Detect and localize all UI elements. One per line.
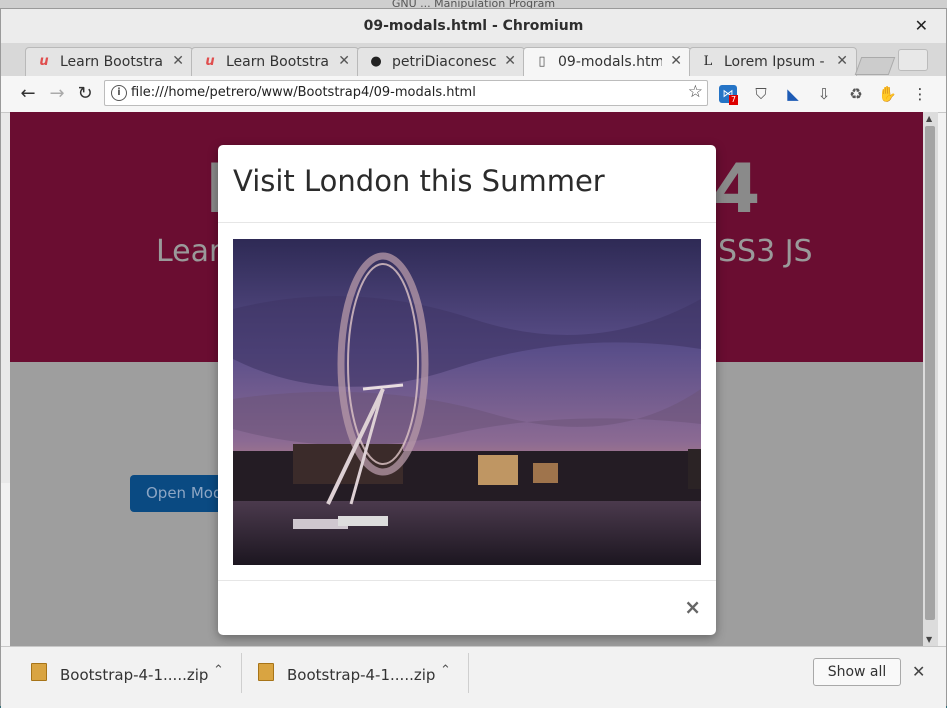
tab-close-button[interactable]: ✕	[836, 53, 848, 69]
tab-lorem-ipsum[interactable]: L Lorem Ipsum - All ✕	[689, 47, 857, 76]
tab-label: 09-modals.html	[558, 54, 662, 70]
url-text[interactable]: file:///home/petrero/www/Bootstrap4/09-m…	[131, 85, 476, 100]
modal-footer-divider	[218, 580, 716, 581]
download-item[interactable]: Bootstrap-4-1.....zip ⌃	[11, 647, 241, 697]
window-title: 09-modals.html - Chromium	[363, 18, 584, 34]
tab-label: Learn Bootstrap 4	[226, 54, 330, 70]
scroll-up-arrow[interactable]: ▲	[926, 114, 932, 123]
extension-icon-badged[interactable]: ⋈ 7	[719, 85, 739, 105]
menu-icon[interactable]: ⋮	[911, 85, 929, 103]
chevron-up-icon[interactable]: ⌃	[440, 663, 451, 678]
info-icon[interactable]: i	[111, 85, 127, 101]
bookmark-star-icon[interactable]: ☆	[688, 82, 703, 102]
new-tab-button[interactable]	[854, 57, 896, 75]
download-divider	[468, 653, 469, 693]
zip-file-icon	[31, 663, 47, 681]
download-extension-icon[interactable]: ⇩	[815, 85, 833, 103]
title-bar: 09-modals.html - Chromium ✕	[1, 9, 946, 43]
bird-extension-icon[interactable]: ◣	[784, 85, 802, 103]
tab-learn-bootstrap-2[interactable]: u Learn Bootstrap 4 ✕	[191, 47, 359, 76]
modal-title: Visit London this Summer	[233, 164, 605, 198]
tab-close-button[interactable]: ✕	[338, 53, 350, 69]
file-icon: ▯	[538, 54, 546, 69]
tab-label: petriDiaconescu	[392, 54, 496, 70]
udemy-icon: u	[39, 54, 49, 69]
jumbotron-subheading-right: SS3 JS	[718, 234, 813, 269]
downloads-bar: Bootstrap-4-1.....zip ⌃ Bootstrap-4-1...…	[1, 646, 946, 708]
modal-dialog: Visit London this Summer ×	[218, 145, 716, 635]
vertical-scrollbar[interactable]: ▲ ▼	[923, 112, 938, 646]
scroll-down-arrow[interactable]: ▼	[926, 635, 932, 644]
modal-close-button[interactable]: ×	[684, 595, 701, 619]
tab-09-modals[interactable]: ▯ 09-modals.html ✕	[523, 47, 691, 76]
window-close-button[interactable]: ✕	[915, 16, 928, 35]
london-eye-image	[233, 239, 701, 565]
open-modal-button[interactable]: Open Modal	[130, 475, 230, 512]
browser-window: 09-modals.html - Chromium ✕ u Learn Boot…	[0, 8, 947, 708]
tab-close-button[interactable]: ✕	[670, 53, 682, 69]
recycle-extension-icon[interactable]: ♻	[847, 85, 865, 103]
address-bar[interactable]: i file:///home/petrero/www/Bootstrap4/09…	[104, 80, 708, 106]
shield-extension-icon[interactable]: ⛉	[752, 85, 770, 103]
jumbotron-heading-right: 4	[713, 150, 761, 229]
tab-close-button[interactable]: ✕	[504, 53, 516, 69]
scrollbar-thumb[interactable]	[925, 126, 935, 620]
show-all-button[interactable]: Show all	[813, 658, 901, 686]
zip-file-icon	[258, 663, 274, 681]
download-filename: Bootstrap-4-1.....zip	[287, 666, 436, 684]
chevron-up-icon[interactable]: ⌃	[213, 663, 224, 678]
toolbar: ← → ↻ i file:///home/petrero/www/Bootstr…	[1, 76, 946, 113]
page-viewport: B 4 Learn SS3 JS Open Modal Visit London…	[10, 112, 923, 646]
udemy-icon: u	[205, 54, 215, 69]
lorem-icon: L	[703, 54, 713, 69]
profile-icon[interactable]	[898, 49, 928, 71]
background-window-title: GNU ... Manipulation Program	[0, 0, 947, 8]
tab-close-button[interactable]: ✕	[172, 53, 184, 69]
modal-header-divider	[218, 222, 716, 223]
forward-button[interactable]: →	[46, 83, 68, 105]
download-filename: Bootstrap-4-1.....zip	[60, 666, 209, 684]
tab-learn-bootstrap-1[interactable]: u Learn Bootstrap 4 ✕	[25, 47, 193, 76]
tab-strip: u Learn Bootstrap 4 ✕ u Learn Bootstrap …	[1, 43, 946, 76]
downloads-close-button[interactable]: ✕	[912, 662, 925, 681]
extension-badge: 7	[729, 95, 739, 105]
tab-github[interactable]: ● petriDiaconescu ✕	[357, 47, 525, 76]
download-item[interactable]: Bootstrap-4-1.....zip ⌃	[238, 647, 468, 697]
gnome-extension-icon[interactable]: ✋	[878, 85, 897, 103]
tab-label: Learn Bootstrap 4	[60, 54, 164, 70]
tab-label: Lorem Ipsum - All	[724, 54, 828, 70]
github-icon: ●	[370, 54, 382, 69]
reload-button[interactable]: ↻	[74, 83, 96, 105]
back-button[interactable]: ←	[17, 83, 39, 105]
